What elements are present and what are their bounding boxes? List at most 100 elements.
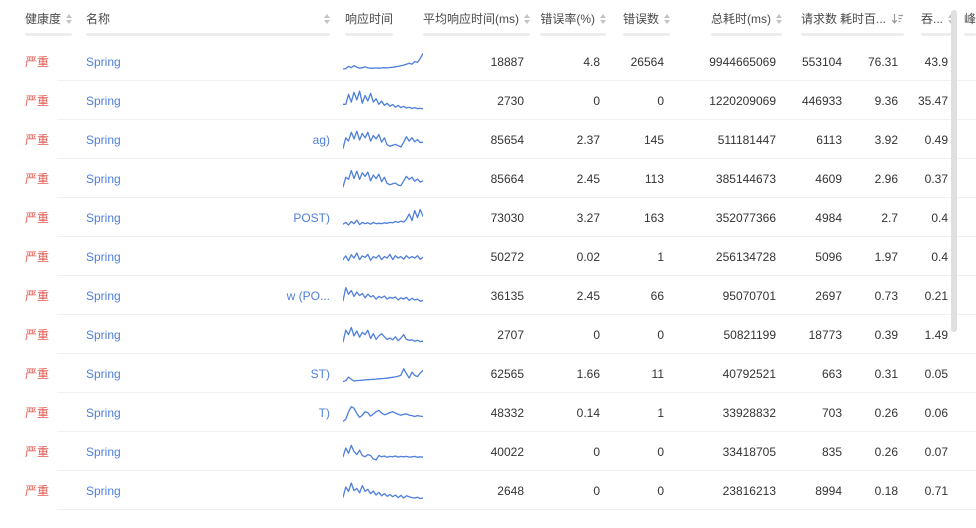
column-label-err_cnt: 错误数: [623, 12, 659, 26]
response-time-sparkline: [338, 322, 432, 348]
column-label-req_cnt: 请求数: [801, 12, 837, 26]
service-name-prefix[interactable]: Spring: [86, 445, 121, 459]
sparkline-chart: [343, 166, 423, 192]
cell-err_rate: 1.66: [536, 367, 612, 381]
cell-pct: 2.7: [854, 211, 910, 225]
cell-total_ms: 33928832: [676, 406, 788, 420]
sort-icon[interactable]: [776, 14, 782, 24]
column-header-name[interactable]: 名称: [76, 12, 338, 36]
sparkline-chart: [343, 400, 423, 426]
service-name-suffix[interactable]: T): [319, 406, 330, 420]
cell-err_cnt: 113: [612, 172, 676, 186]
cell-pct: 9.36: [854, 94, 910, 108]
cell-err_cnt: 145: [612, 133, 676, 147]
cell-pct: 76.31: [854, 55, 910, 69]
service-name-link[interactable]: Spring POST): [76, 211, 338, 225]
sparkline-chart: [343, 49, 423, 75]
sort-icon[interactable]: [524, 14, 530, 24]
service-name-prefix[interactable]: Spring: [86, 94, 121, 108]
cell-total_ms: 352077366: [676, 211, 788, 225]
sparkline-chart: [343, 88, 423, 114]
cell-thr: 0.06: [910, 406, 960, 420]
service-name-link[interactable]: Spring w (PO...: [76, 289, 338, 303]
service-name-prefix[interactable]: Spring: [86, 289, 121, 303]
service-name-link[interactable]: Spring: [76, 94, 338, 108]
column-header-health[interactable]: 健康度: [0, 12, 76, 36]
service-name-link[interactable]: Spring: [76, 484, 338, 498]
health-status-badge: 严重: [0, 170, 76, 187]
column-header-err_rate[interactable]: 错误率(%): [536, 12, 612, 36]
service-name-prefix[interactable]: Spring: [86, 484, 121, 498]
cell-total_ms: 40792521: [676, 367, 788, 381]
cell-err_rate: 0: [536, 328, 612, 342]
service-name-link[interactable]: Spring: [76, 445, 338, 459]
health-status-badge: 严重: [0, 92, 76, 109]
cell-avg_rt: 62565: [432, 367, 536, 381]
column-header-pct[interactable]: 耗时百...: [854, 12, 910, 36]
sort-icon[interactable]: [66, 14, 72, 24]
cell-total_ms: 256134728: [676, 250, 788, 264]
cell-err_cnt: 66: [612, 289, 676, 303]
service-name-link[interactable]: Spring T): [76, 406, 338, 420]
cell-err_rate: 2.45: [536, 289, 612, 303]
table-row: 严重Spring27070050821199187730.391.49: [0, 315, 976, 354]
table-row: 严重Spring188874.826564994466506955310476.…: [0, 42, 976, 81]
service-name-link[interactable]: Spring: [76, 172, 338, 186]
service-name-prefix[interactable]: Spring: [86, 250, 121, 264]
metrics-table: 健康度名称响应时间平均响应时间(ms)错误率(%)错误数总耗时(ms)请求数耗时…: [0, 0, 976, 528]
sort-icon[interactable]: [664, 14, 670, 24]
column-header-total_ms[interactable]: 总耗时(ms): [676, 12, 788, 36]
service-name-link[interactable]: Spring ST): [76, 367, 338, 381]
cell-pct: 3.92: [854, 133, 910, 147]
table-row: 严重Spring856642.4511338514467346092.960.3…: [0, 159, 976, 198]
health-status-badge: 严重: [0, 209, 76, 226]
service-name-link[interactable]: Spring ag): [76, 133, 338, 147]
service-name-link[interactable]: Spring: [76, 328, 338, 342]
service-name-prefix[interactable]: Spring: [86, 406, 121, 420]
column-label-health: 健康度: [25, 12, 61, 26]
service-name-suffix[interactable]: w (PO...: [287, 289, 330, 303]
column-header-avg_rt[interactable]: 平均响应时间(ms): [432, 12, 536, 36]
cell-req_cnt: 553104: [788, 55, 854, 69]
table-row: 严重Spring4002200334187058350.260.07: [0, 432, 976, 471]
cell-req_cnt: 835: [788, 445, 854, 459]
sparkline-chart: [343, 127, 423, 153]
cell-avg_rt: 18887: [432, 55, 536, 69]
service-name-link[interactable]: Spring: [76, 250, 338, 264]
service-name-prefix[interactable]: Spring: [86, 55, 121, 69]
service-name-suffix[interactable]: POST): [293, 211, 330, 225]
table-row: 严重SpringT)483320.141339288327030.260.06: [0, 393, 976, 432]
sort-icon[interactable]: [324, 14, 330, 24]
sparkline-chart: [343, 244, 423, 270]
service-name-prefix[interactable]: Spring: [86, 328, 121, 342]
service-name-link[interactable]: Spring: [76, 55, 338, 69]
table-row: 严重Spring27300012202090694469339.3635.47: [0, 81, 976, 120]
header-underline: [25, 33, 72, 36]
cell-req_cnt: 446933: [788, 94, 854, 108]
cell-err_rate: 0: [536, 484, 612, 498]
health-status-badge: 严重: [0, 404, 76, 421]
table-body: 严重Spring188874.826564994466506955310476.…: [0, 42, 976, 510]
cell-total_ms: 95070701: [676, 289, 788, 303]
service-name-prefix[interactable]: Spring: [86, 211, 121, 225]
table-row: 严重SpringPOST)730303.2716335207736649842.…: [0, 198, 976, 237]
service-name-suffix[interactable]: ag): [313, 133, 330, 147]
service-name-prefix[interactable]: Spring: [86, 367, 121, 381]
service-name-prefix[interactable]: Spring: [86, 172, 121, 186]
sort-descending-icon[interactable]: [891, 13, 904, 25]
cell-req_cnt: 663: [788, 367, 854, 381]
health-status-badge: 严重: [0, 53, 76, 70]
sort-icon[interactable]: [600, 14, 606, 24]
header-underline: [86, 33, 330, 36]
service-name-suffix[interactable]: ST): [311, 367, 330, 381]
vertical-scrollbar-thumb[interactable]: [951, 10, 957, 332]
cell-avg_rt: 50272: [432, 250, 536, 264]
cell-total_ms: 1220209069: [676, 94, 788, 108]
cell-err_cnt: 1: [612, 406, 676, 420]
column-header-err_cnt[interactable]: 错误数: [612, 12, 676, 36]
column-label-err_rate: 错误率(%): [540, 12, 595, 26]
cell-err_cnt: 26564: [612, 55, 676, 69]
service-name-prefix[interactable]: Spring: [86, 133, 121, 147]
cell-avg_rt: 48332: [432, 406, 536, 420]
column-label-name: 名称: [86, 12, 110, 26]
